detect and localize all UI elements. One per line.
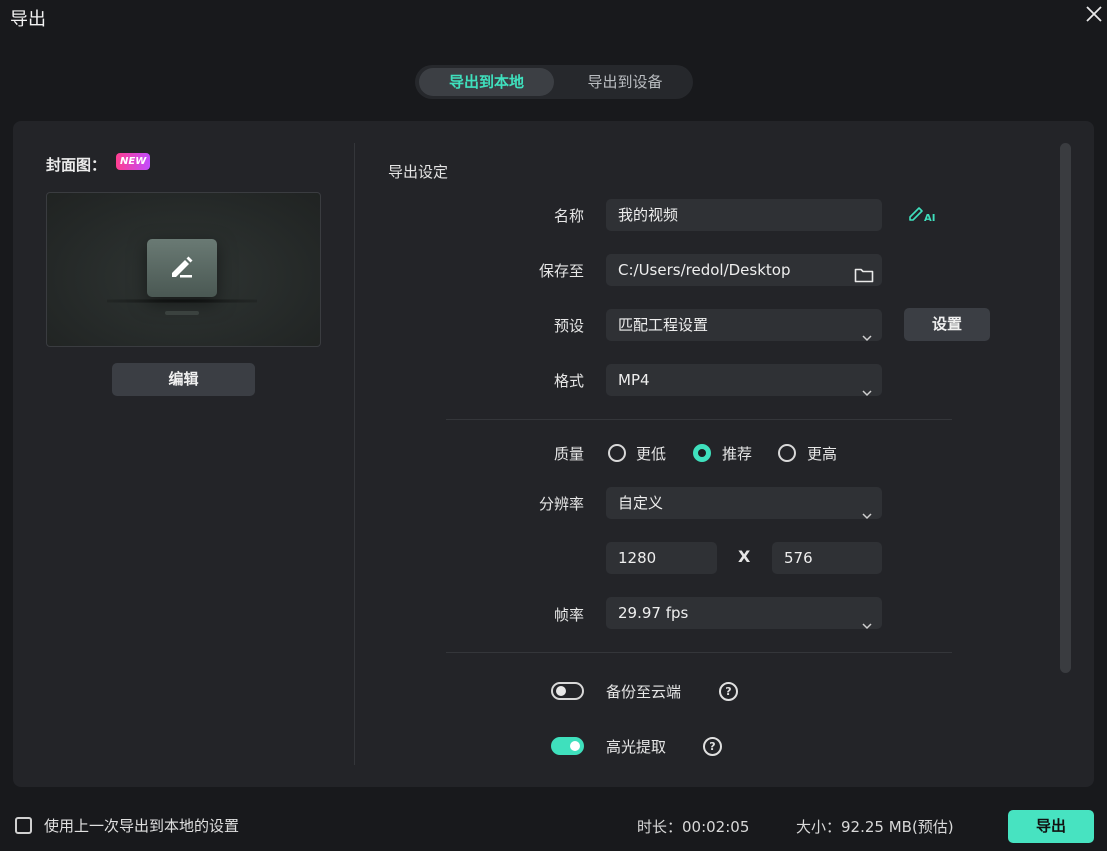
panel-divider — [354, 143, 355, 765]
section-divider — [446, 419, 952, 420]
ai-edit-icon[interactable]: AI — [908, 204, 938, 228]
save-path-input[interactable]: C:/Users/redol/Desktop — [606, 254, 882, 286]
export-button[interactable]: 导出 — [1008, 810, 1094, 843]
format-select[interactable]: MP4 — [606, 364, 882, 397]
quality-radio-high[interactable] — [778, 444, 796, 462]
format-value: MP4 — [618, 371, 650, 389]
folder-icon[interactable] — [854, 262, 874, 294]
resolution-height-input[interactable]: 576 — [772, 542, 882, 574]
tab-export-local[interactable]: 导出到本地 — [419, 68, 554, 96]
chevron-down-icon — [862, 609, 872, 641]
backup-cloud-toggle[interactable] — [551, 682, 584, 700]
quality-radio-recommended[interactable] — [693, 444, 711, 462]
close-icon[interactable] — [1084, 4, 1104, 24]
section-title: 导出设定 — [388, 163, 449, 181]
duration-text: 时长：00:02:05 — [637, 818, 750, 836]
window-title: 导出 — [10, 9, 46, 30]
chevron-down-icon — [862, 499, 872, 531]
svg-text:AI: AI — [924, 213, 935, 224]
scrollbar[interactable] — [1060, 143, 1071, 673]
new-badge: NEW — [116, 153, 151, 170]
help-icon[interactable]: ? — [719, 682, 738, 701]
resolution-label: 分辨率 — [538, 495, 584, 513]
chevron-down-icon — [862, 321, 872, 353]
chevron-down-icon — [862, 376, 872, 408]
format-label: 格式 — [553, 372, 584, 390]
resolution-select[interactable]: 自定义 — [606, 487, 882, 520]
pencil-icon — [147, 239, 217, 297]
framerate-label: 帧率 — [553, 606, 584, 624]
use-last-settings-checkbox[interactable] — [15, 817, 32, 834]
name-label: 名称 — [553, 207, 584, 225]
quality-low-label: 更低 — [636, 445, 667, 463]
cover-thumbnail[interactable] — [46, 192, 321, 347]
use-last-settings-label: 使用上一次导出到本地的设置 — [44, 817, 240, 835]
export-tabs: 导出到本地 导出到设备 — [415, 65, 693, 99]
save-path-value: C:/Users/redol/Desktop — [618, 261, 791, 279]
quality-radio-low[interactable] — [608, 444, 626, 462]
section-divider — [446, 652, 952, 653]
highlight-extract-label: 高光提取 — [606, 738, 667, 756]
save-to-label: 保存至 — [538, 262, 584, 280]
preset-label: 预设 — [553, 317, 584, 335]
resolution-separator: X — [738, 547, 751, 566]
framerate-select[interactable]: 29.97 fps — [606, 597, 882, 630]
quality-recommended-label: 推荐 — [722, 445, 753, 463]
resolution-value: 自定义 — [618, 494, 664, 512]
quality-label: 质量 — [553, 445, 584, 463]
preset-value: 匹配工程设置 — [618, 316, 709, 334]
name-input[interactable]: 我的视频 — [606, 199, 882, 231]
help-icon[interactable]: ? — [703, 737, 722, 756]
edit-cover-button[interactable]: 编辑 — [112, 363, 255, 396]
preset-settings-button[interactable]: 设置 — [904, 308, 990, 341]
cover-shadow — [107, 299, 257, 303]
backup-cloud-label: 备份至云端 — [606, 683, 682, 701]
resolution-width-input[interactable]: 1280 — [606, 542, 717, 574]
cover-label: 封面图： — [46, 156, 107, 174]
size-text: 大小：92.25 MB(预估) — [796, 818, 954, 836]
framerate-value: 29.97 fps — [618, 604, 689, 622]
quality-high-label: 更高 — [807, 445, 838, 463]
preset-select[interactable]: 匹配工程设置 — [606, 309, 882, 342]
cover-reflection — [165, 311, 199, 315]
highlight-extract-toggle[interactable] — [551, 737, 584, 755]
tab-export-device[interactable]: 导出到设备 — [565, 68, 685, 96]
